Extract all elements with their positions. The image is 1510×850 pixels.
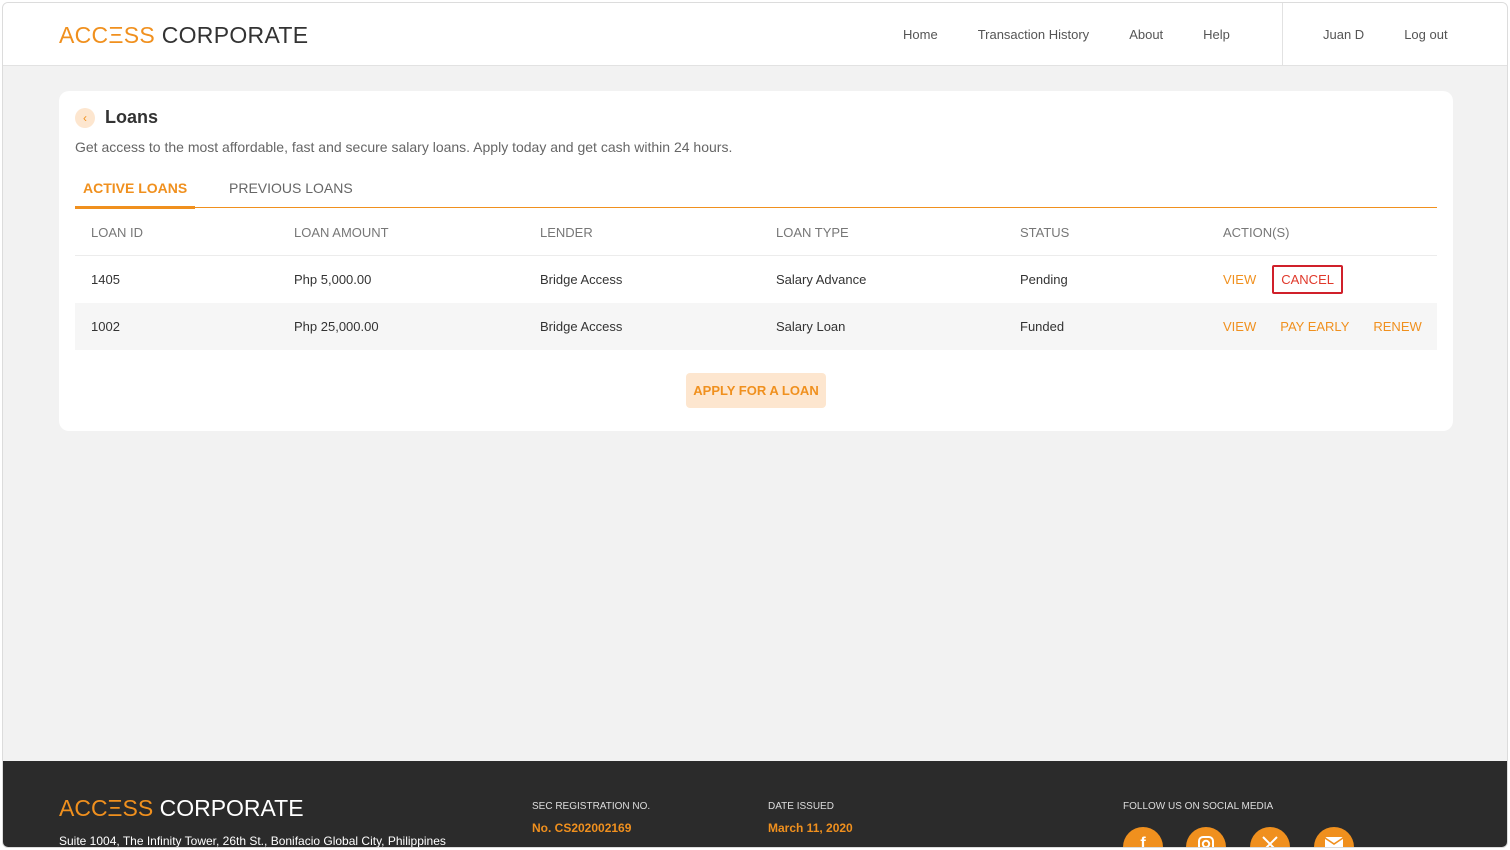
loan-amount: Php 25,000.00 — [294, 319, 379, 334]
loan-id: 1405 — [91, 272, 120, 287]
cancel-button[interactable]: CANCEL — [1272, 265, 1343, 294]
logout-link[interactable]: Log out — [1404, 27, 1447, 42]
loan-type: Salary Advance — [776, 272, 867, 287]
table-header-row: LOAN ID LOAN AMOUNT LENDER LOAN TYPE STA… — [75, 209, 1437, 256]
tab-previous-loans[interactable]: PREVIOUS LOANS — [229, 180, 353, 208]
lender: Bridge Access — [540, 319, 623, 334]
page-subtitle: Get access to the most affordable, fast … — [75, 139, 733, 155]
header-loan-amount: LOAN AMOUNT — [294, 225, 389, 240]
row-actions: VIEW CANCEL — [1223, 256, 1359, 303]
footer-logo[interactable]: ACCΞSS CORPORATE — [59, 795, 304, 822]
sec-registration-value: No. CS202002169 — [532, 821, 632, 835]
loan-tabs: ACTIVE LOANS PREVIOUS LOANS — [74, 177, 1437, 209]
back-icon[interactable]: ‹ — [75, 108, 95, 128]
loan-type: Salary Loan — [776, 319, 846, 334]
app-window: ACCΞSS CORPORATE Home Transaction Histor… — [2, 2, 1508, 848]
email-icon[interactable] — [1314, 827, 1354, 847]
loans-table: LOAN ID LOAN AMOUNT LENDER LOAN TYPE STA… — [75, 209, 1437, 350]
view-button[interactable]: VIEW — [1223, 272, 1256, 287]
user-name[interactable]: Juan D — [1323, 27, 1364, 42]
tab-active-loans[interactable]: ACTIVE LOANS — [74, 180, 196, 209]
nav-about[interactable]: About — [1129, 27, 1163, 42]
date-issued-label: DATE ISSUED — [768, 801, 834, 812]
loan-id: 1002 — [91, 319, 120, 334]
page-title: Loans — [105, 107, 159, 127]
sec-registration-label: SEC REGISTRATION NO. — [532, 801, 651, 812]
instagram-icon[interactable] — [1186, 827, 1226, 847]
date-issued-value: March 11, 2020 — [768, 821, 853, 835]
table-row: 1002 Php 25,000.00 Bridge Access Salary … — [75, 303, 1437, 350]
footer-address: Suite 1004, The Infinity Tower, 26th St.… — [59, 834, 446, 848]
nav-transaction-history[interactable]: Transaction History — [978, 27, 1090, 42]
row-actions: VIEW PAY EARLY RENEW — [1223, 303, 1446, 350]
user-nav: Juan D Log out — [1323, 3, 1448, 66]
view-button[interactable]: VIEW — [1223, 319, 1256, 334]
social-label: FOLLOW US ON SOCIAL MEDIA — [1123, 801, 1274, 812]
loans-card: ‹ Loans Get access to the most affordabl… — [59, 91, 1453, 431]
site-footer: ACCΞSS CORPORATE Suite 1004, The Infinit… — [3, 761, 1507, 848]
x-icon[interactable] — [1250, 827, 1290, 847]
header-loan-type: LOAN TYPE — [776, 225, 849, 240]
header-loan-id: LOAN ID — [91, 225, 144, 240]
loan-amount: Php 5,000.00 — [294, 272, 372, 287]
loan-status: Funded — [1020, 319, 1065, 334]
renew-button[interactable]: RENEW — [1373, 319, 1421, 334]
table-row: 1405 Php 5,000.00 Bridge Access Salary A… — [75, 256, 1437, 303]
header-lender: LENDER — [540, 225, 593, 240]
nav-help[interactable]: Help — [1203, 27, 1230, 42]
lender: Bridge Access — [540, 272, 623, 287]
pay-early-button[interactable]: PAY EARLY — [1280, 319, 1349, 334]
nav-divider — [1282, 3, 1283, 66]
header-status: STATUS — [1020, 225, 1070, 240]
apply-for-loan-button[interactable]: APPLY FOR A LOAN — [686, 373, 826, 408]
header-actions: ACTION(S) — [1223, 225, 1290, 240]
facebook-icon[interactable]: f — [1123, 827, 1163, 847]
top-header: ACCΞSS CORPORATE Home Transaction Histor… — [3, 3, 1507, 66]
main-nav: Home Transaction History About Help — [903, 3, 1270, 66]
nav-home[interactable]: Home — [903, 27, 938, 42]
brand-logo[interactable]: ACCΞSS CORPORATE — [59, 22, 308, 49]
loan-status: Pending — [1020, 272, 1068, 287]
